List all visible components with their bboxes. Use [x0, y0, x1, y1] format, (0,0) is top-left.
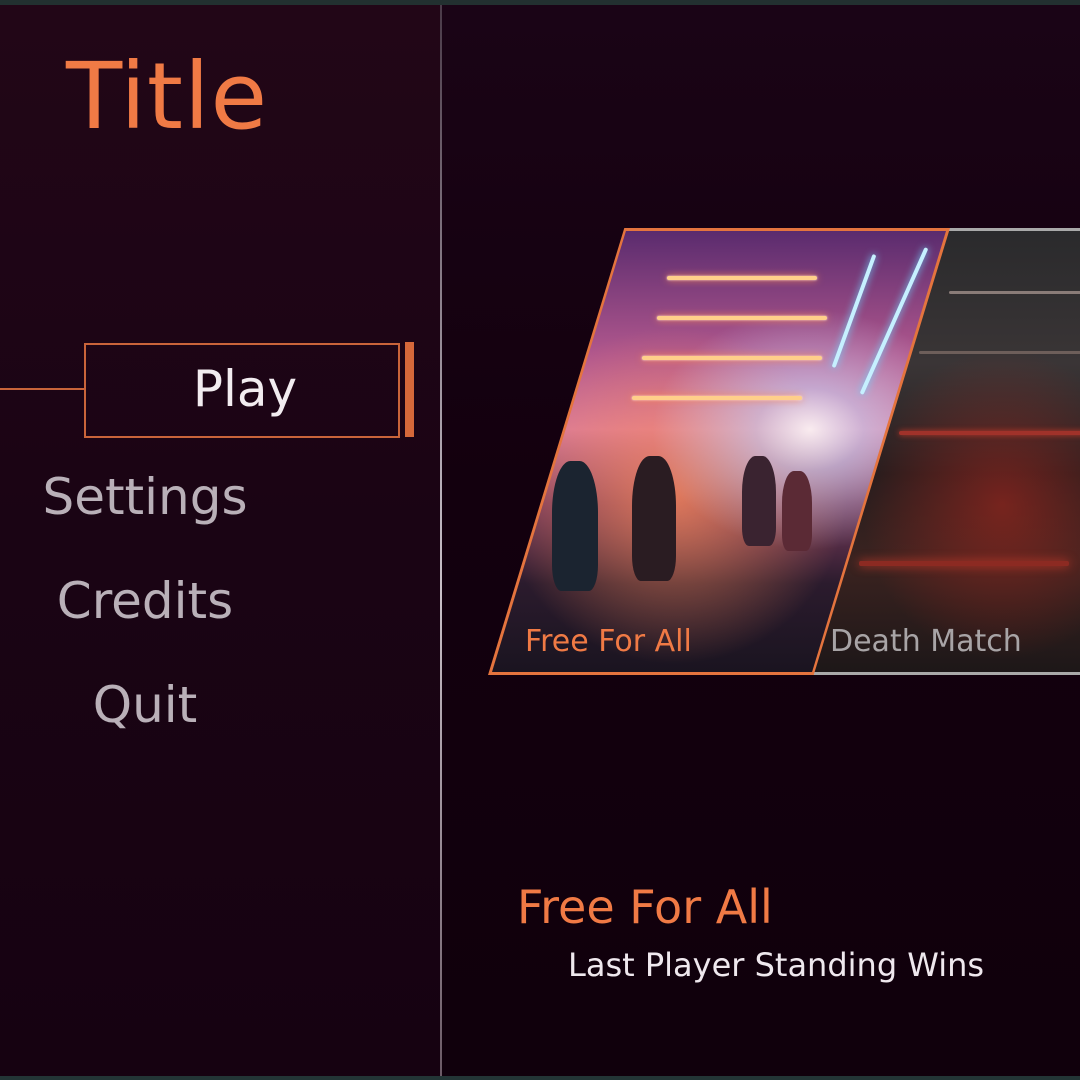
selection-indicator-bar	[405, 342, 414, 437]
red-light-strip	[899, 431, 1080, 435]
settings-button[interactable]: Settings	[0, 466, 290, 528]
selection-connector-line	[0, 388, 84, 390]
neon-light-strip	[657, 316, 827, 320]
ceiling-beam	[919, 351, 1080, 354]
menu-panel	[0, 5, 440, 1076]
game-title: Title	[66, 43, 269, 150]
ceiling-beam	[949, 291, 1080, 294]
main-menu-screen: Title Play Settings Credits Quit Free Fo…	[0, 0, 1080, 1080]
quit-button[interactable]: Quit	[0, 674, 290, 736]
play-button[interactable]: Play	[84, 343, 400, 434]
soldier-figure	[552, 461, 598, 591]
soldier-figure	[632, 456, 676, 581]
selected-mode-title: Free For All	[517, 880, 773, 934]
soldier-figure	[782, 471, 812, 551]
soldier-figure	[742, 456, 776, 546]
neon-light-strip	[632, 396, 802, 400]
red-floor-glow	[859, 561, 1069, 566]
neon-light-strip	[642, 356, 822, 360]
selected-mode-description: Last Player Standing Wins	[568, 946, 985, 984]
credits-button[interactable]: Credits	[0, 570, 290, 632]
bottom-border	[0, 1076, 1080, 1080]
panel-divider	[440, 5, 442, 1076]
neon-light-strip	[667, 276, 817, 280]
free-for-all-label: Free For All	[525, 624, 692, 659]
death-match-label: Death Match	[830, 624, 1022, 659]
blue-light-strip	[831, 253, 877, 369]
